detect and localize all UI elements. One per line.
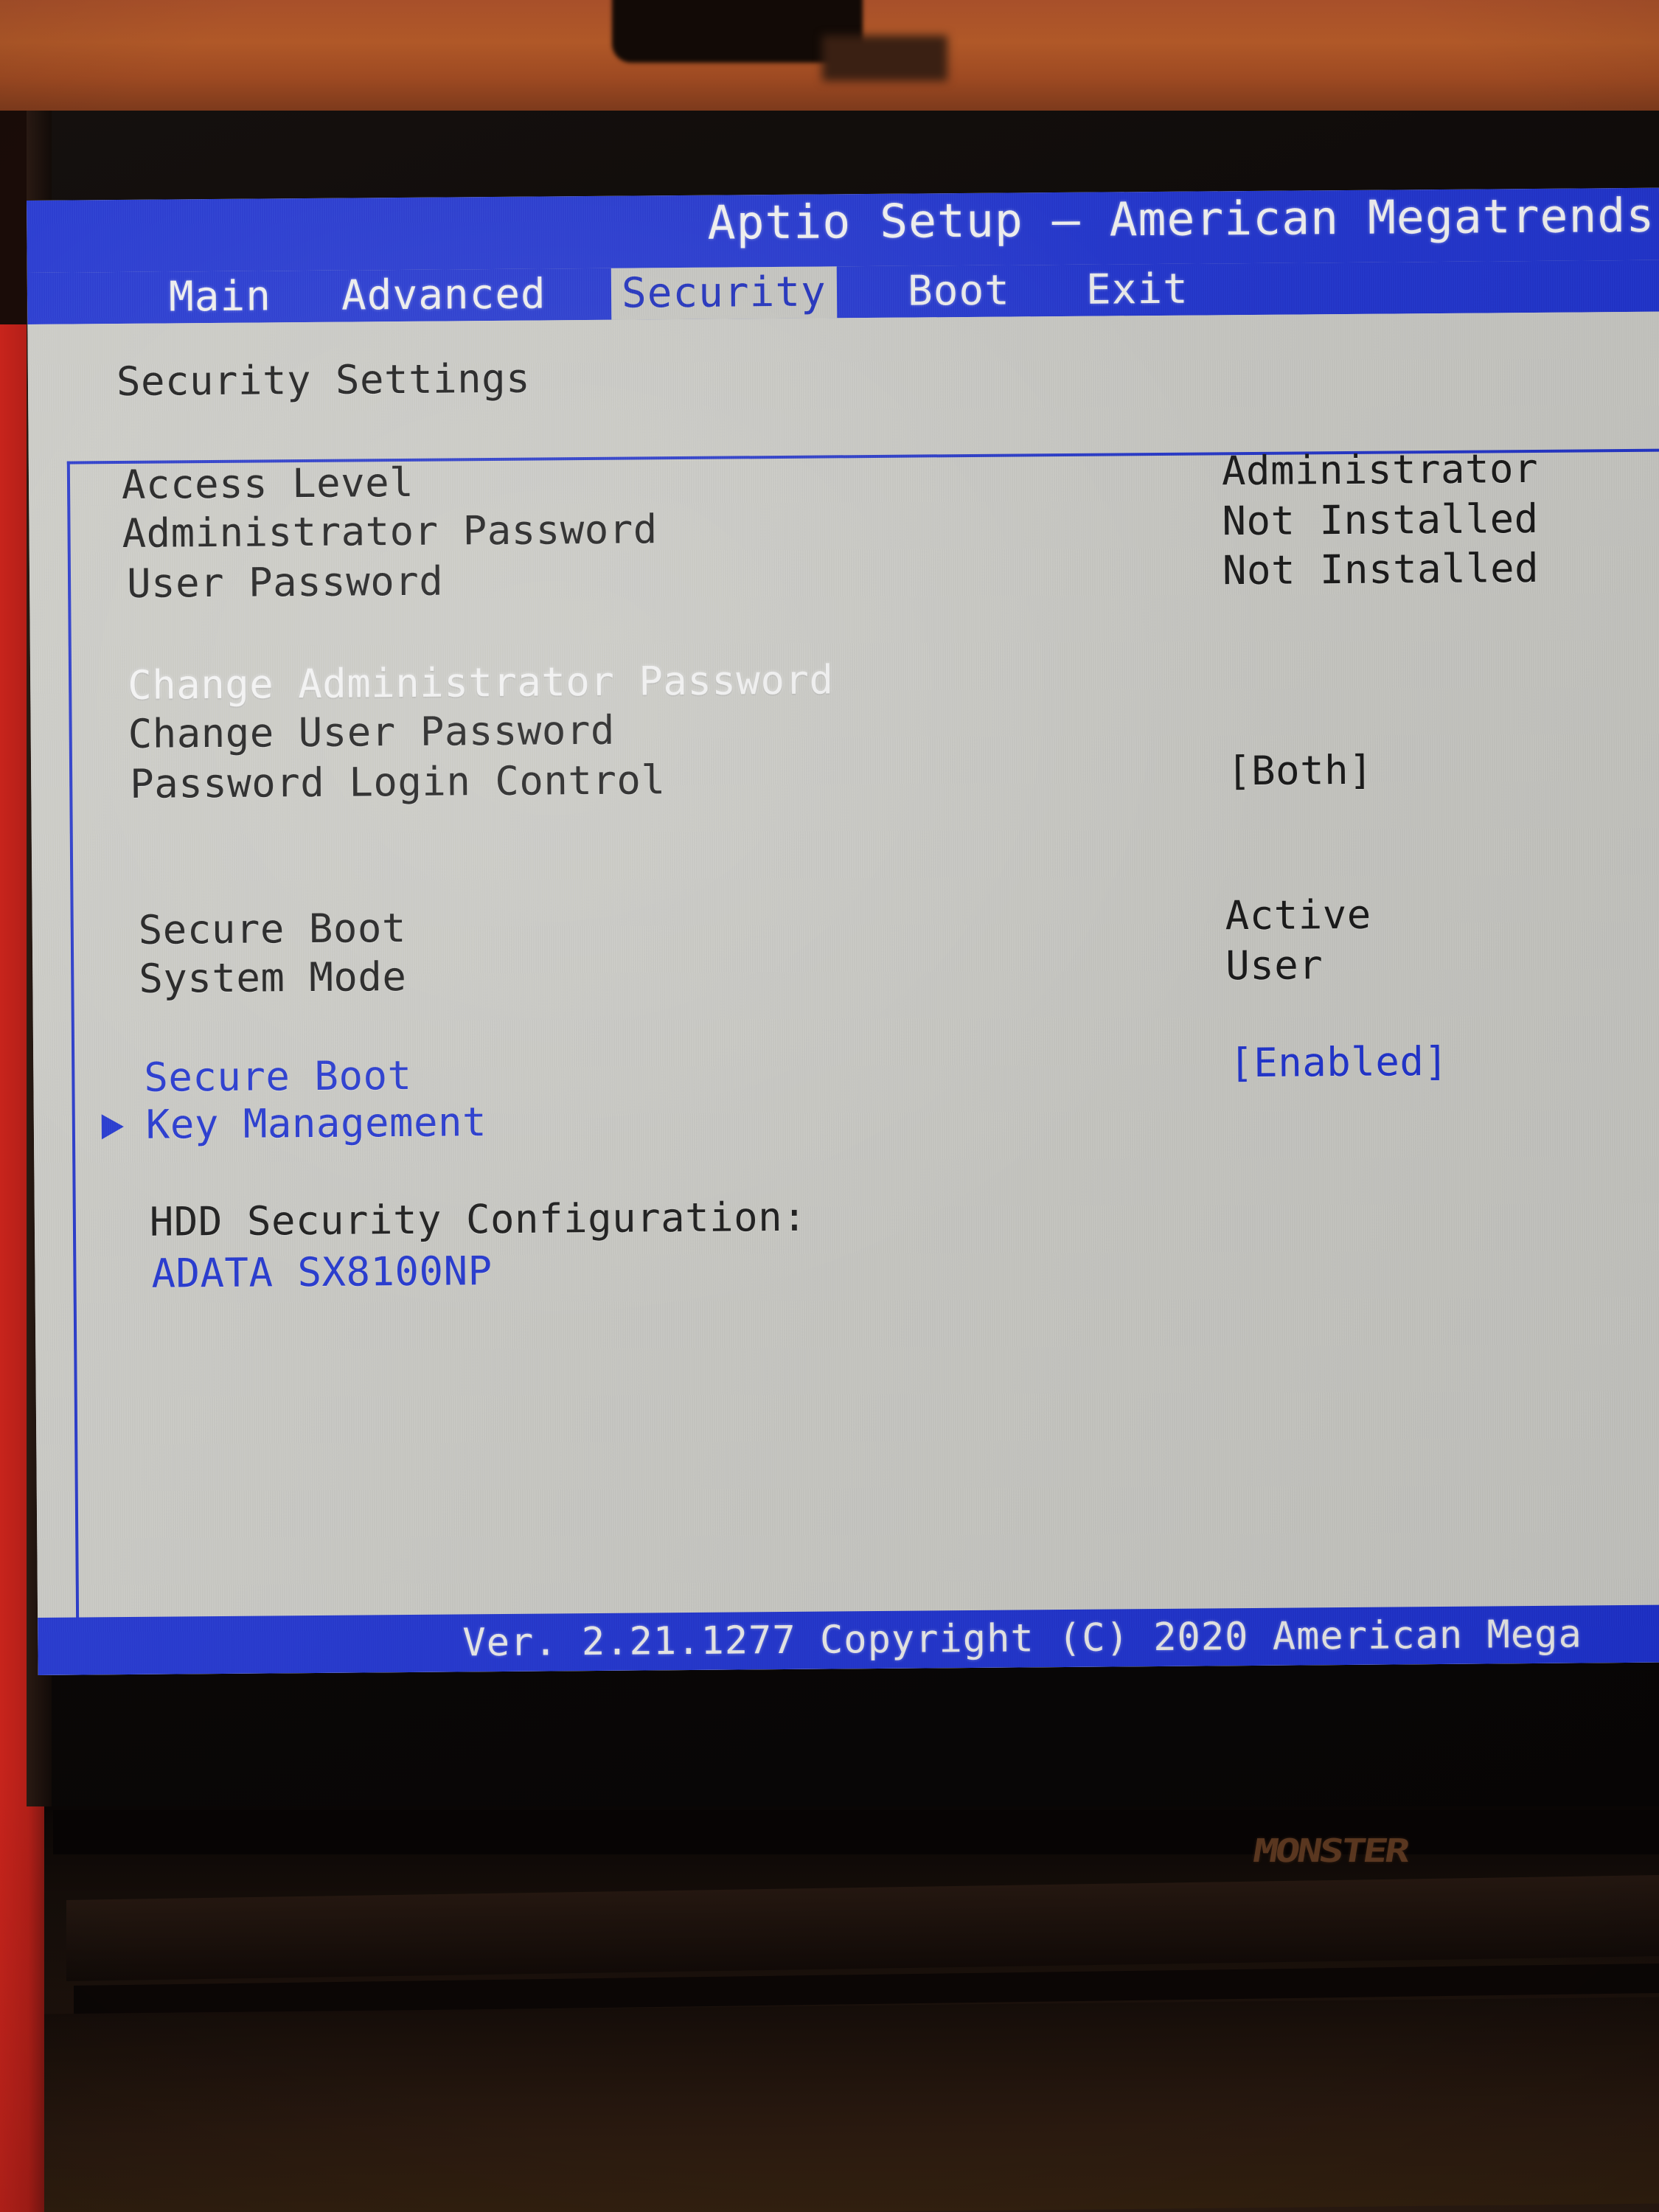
bios-header-bar: Aptio Setup – American Megatrends [27, 187, 1659, 273]
bios-screen: Aptio Setup – American Megatrends Main A… [27, 187, 1659, 1675]
laptop-deck-base [44, 1997, 1659, 2212]
page-title: Aptio Setup – American Megatrends [707, 188, 1655, 250]
row-label-secure-boot-setting[interactable]: Secure Boot [144, 1052, 412, 1101]
row-label-hdd-security-configuration: HDD Security Configuration: [149, 1193, 807, 1245]
menu-item-change-administrator-password[interactable]: Change Administrator Password [128, 656, 834, 709]
brand-logo: MONSTER [1250, 1832, 1411, 1870]
tab-boot[interactable]: Boot [897, 265, 1020, 317]
menu-item-hdd-adata[interactable]: ADATA SX8100NP [151, 1248, 493, 1297]
photo-scene: Aptio Setup – American Megatrends Main A… [0, 0, 1659, 2212]
row-label-administrator-password: Administrator Password [122, 506, 658, 557]
row-value-secure-boot-setting[interactable]: [Enabled] [1229, 1038, 1449, 1086]
row-value-user-password: Not Installed [1222, 544, 1540, 594]
row-label-access-level: Access Level [121, 459, 414, 508]
row-label-secure-boot-status: Secure Boot [138, 904, 407, 953]
row-label-password-login-control[interactable]: Password Login Control [130, 757, 666, 807]
laptop-hinge [53, 1810, 1659, 1854]
tab-advanced[interactable]: Advanced [331, 268, 557, 321]
row-label-system-mode: System Mode [139, 953, 407, 1002]
row-value-secure-boot-status: Active [1225, 891, 1371, 939]
bios-body: Security Settings Access Level Administr… [27, 311, 1659, 1675]
section-title: Security Settings [116, 355, 531, 406]
row-value-system-mode: User [1225, 942, 1324, 990]
submenu-arrow-icon [101, 1114, 125, 1140]
version-copyright-text: Ver. 2.21.1277 Copyright (C) 2020 Americ… [462, 1612, 1582, 1666]
menu-item-change-user-password[interactable]: Change User Password [128, 707, 615, 757]
menu-item-key-management[interactable]: Key Management [146, 1099, 487, 1148]
tab-main[interactable]: Main [159, 271, 282, 323]
row-value-access-level: Administrator [1221, 445, 1539, 495]
tab-exit[interactable]: Exit [1076, 264, 1199, 316]
row-value-administrator-password: Not Installed [1222, 495, 1539, 545]
tab-security[interactable]: Security [611, 266, 838, 320]
background-dark-object-secondary [822, 35, 947, 81]
row-label-user-password: User Password [126, 557, 444, 607]
row-value-password-login-control[interactable]: [Both] [1227, 747, 1374, 795]
